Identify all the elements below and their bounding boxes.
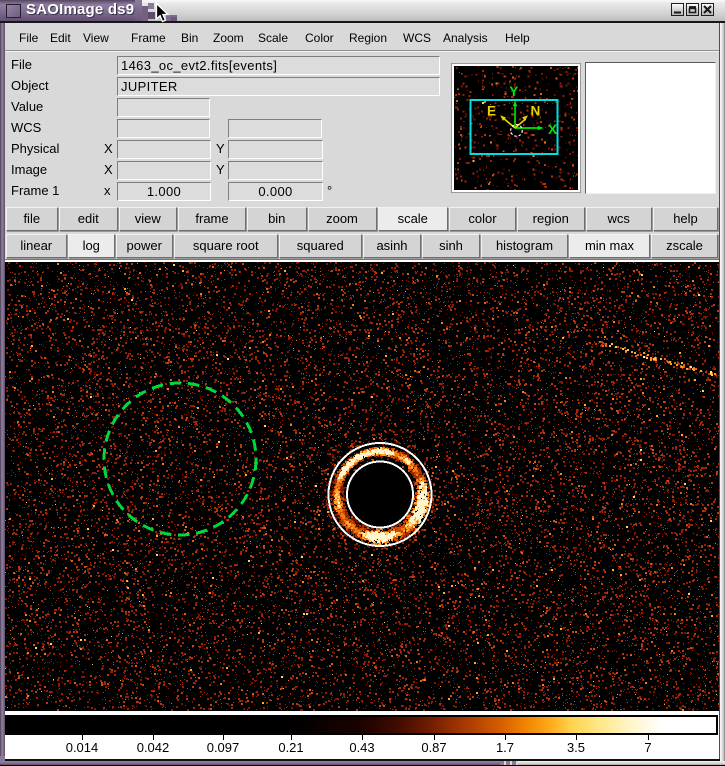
svg-text:Y: Y: [509, 84, 518, 99]
svg-text:N: N: [531, 103, 541, 118]
svg-text:X: X: [548, 122, 557, 137]
svg-text:E: E: [487, 103, 496, 118]
